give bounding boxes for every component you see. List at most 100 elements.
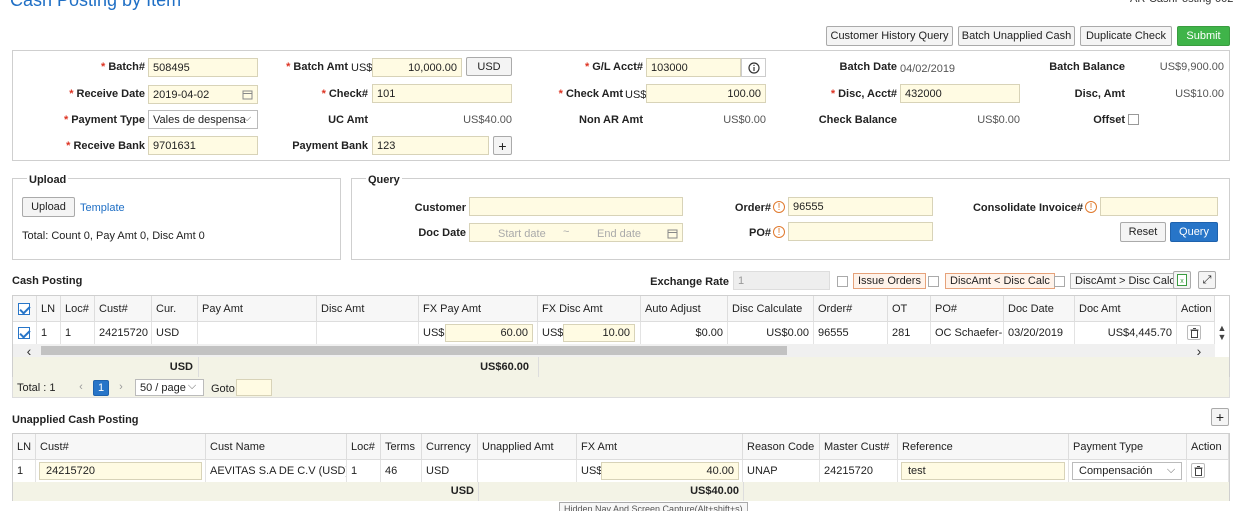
add-unapplied-button[interactable]: +: [1211, 408, 1229, 426]
table-row[interactable]: 1 1 24215720 USD US$ 60.00 US$ 10.00 $0.…: [13, 321, 1215, 344]
unapplied-table: LN Cust# Cust Name Loc# Terms Currency U…: [12, 433, 1230, 501]
cell-fx-pay: US$ 60.00: [419, 322, 538, 344]
col-header: FX Disc Amt: [538, 296, 641, 321]
batch-amt-currency: US$: [351, 62, 373, 74]
cell-po: OC Schaefer-...: [931, 322, 1004, 344]
col-header: Disc Calculate: [728, 296, 814, 321]
template-link[interactable]: Template: [80, 202, 125, 214]
col-header: Action: [1187, 434, 1229, 459]
disc-amt-label: Disc, Amt: [1074, 88, 1125, 100]
cell-cur: USD: [152, 322, 198, 344]
add-payment-bank-button[interactable]: +: [493, 136, 512, 155]
trash-icon[interactable]: [1187, 325, 1201, 340]
disc-lt-checkbox[interactable]: [928, 276, 939, 287]
prev-page-icon[interactable]: ‹: [76, 381, 86, 393]
svg-text:x: x: [1180, 278, 1184, 285]
customer-field[interactable]: [469, 197, 683, 216]
page-1-button[interactable]: 1: [93, 380, 109, 396]
disc-gt-checkbox[interactable]: [1054, 276, 1065, 287]
po-field[interactable]: [788, 222, 933, 241]
vertical-scroll-arrows[interactable]: ▲ ▼: [1216, 322, 1228, 344]
payment-type-label: * Payment Type: [63, 114, 145, 126]
batch-amt-field[interactable]: 10,000.00: [372, 58, 462, 77]
issue-orders-checkbox[interactable]: [837, 276, 848, 287]
fx-pay-amt-field[interactable]: 60.00: [445, 324, 533, 342]
reference-field[interactable]: test: [901, 462, 1065, 480]
col-header: Cur.: [152, 296, 198, 321]
scrollbar-thumb[interactable]: [41, 346, 787, 355]
disc-acct-field[interactable]: 432000: [900, 84, 1020, 103]
trash-icon[interactable]: [1191, 463, 1205, 478]
reset-button[interactable]: Reset: [1120, 222, 1166, 242]
receive-date-value: 2019-04-02: [153, 89, 210, 101]
scroll-right-icon[interactable]: ›: [1193, 343, 1205, 359]
col-header: Pay Amt: [198, 296, 317, 321]
goto-field[interactable]: [236, 379, 272, 396]
customer-history-query-button[interactable]: Customer History Query: [826, 26, 953, 46]
batch-field[interactable]: 508495: [148, 58, 258, 77]
submit-button[interactable]: Submit: [1177, 26, 1230, 46]
col-header: Disc Amt: [317, 296, 419, 321]
cell-cust: 24215720: [36, 460, 206, 482]
cash-posting-title: Cash Posting: [12, 275, 83, 287]
upload-total: Total: Count 0, Pay Amt 0, Disc Amt 0: [22, 230, 205, 242]
col-header: Doc Date: [1004, 296, 1075, 321]
cash-posting-summary-row: USD US$60.00: [13, 357, 1229, 377]
payment-bank-label: Payment Bank: [292, 140, 368, 152]
info-icon[interactable]: [741, 58, 766, 77]
info-icon: !: [1085, 201, 1097, 213]
info-icon: !: [773, 226, 785, 238]
cell-auto-adjust: $0.00: [641, 322, 728, 344]
col-header: FX Amt: [577, 434, 743, 459]
duplicate-check-button[interactable]: Duplicate Check: [1080, 26, 1172, 46]
query-button[interactable]: Query: [1170, 222, 1218, 242]
horizontal-scrollbar[interactable]: ‹ ›: [13, 343, 1215, 359]
check-amt-field[interactable]: 100.00: [646, 84, 766, 103]
upload-button[interactable]: Upload: [22, 197, 75, 217]
unapplied-summary-row: USD US$40.00: [13, 482, 1229, 501]
batch-unapplied-cash-button[interactable]: Batch Unapplied Cash: [958, 26, 1075, 46]
check-balance-label: Check Balance: [818, 114, 897, 126]
calendar-icon[interactable]: [666, 227, 678, 239]
unapplied-payment-type-value: Compensación: [1079, 465, 1153, 477]
chevron-down-icon: ⌵: [187, 379, 197, 392]
offset-checkbox[interactable]: [1128, 114, 1139, 125]
select-all-checkbox[interactable]: [18, 303, 30, 315]
export-excel-button[interactable]: x: [1173, 271, 1191, 289]
gl-acct-label: * G/L Acct#: [584, 61, 643, 73]
start-date-placeholder: Start date: [498, 228, 546, 240]
issue-orders-tag: Issue Orders: [853, 273, 926, 289]
cell-ln: 1: [13, 460, 36, 482]
consolidate-invoice-field[interactable]: [1100, 197, 1218, 216]
order-field[interactable]: 96555: [788, 197, 933, 216]
cell-order: 96555: [814, 322, 888, 344]
offset-label: Offset: [1093, 114, 1125, 126]
col-header: Loc#: [61, 296, 95, 321]
receive-bank-label: * Receive Bank: [66, 140, 145, 152]
unapplied-sum-currency: USD: [450, 485, 474, 497]
unapplied-cust-field[interactable]: 24215720: [39, 462, 202, 480]
scroll-left-icon[interactable]: ‹: [23, 343, 35, 359]
receive-bank-field[interactable]: 9701631: [148, 136, 258, 155]
check-field[interactable]: 101: [372, 84, 512, 103]
fx-disc-amt-field[interactable]: 10.00: [563, 324, 635, 342]
expand-button[interactable]: ⤢: [1198, 271, 1216, 289]
batch-amt-currency-button[interactable]: USD: [466, 57, 512, 76]
next-page-icon[interactable]: ›: [116, 381, 126, 393]
cell-fx-disc: US$ 10.00: [538, 322, 641, 344]
cell-master-cust: 24215720: [820, 460, 898, 482]
upload-title: Upload: [27, 174, 69, 186]
batch-balance-value: US$9,900.00: [1159, 61, 1224, 73]
col-header: Cust Name: [206, 434, 347, 459]
calendar-icon[interactable]: [241, 88, 253, 100]
gl-acct-field[interactable]: 103000: [646, 58, 741, 77]
cell-ot: 281: [888, 322, 931, 344]
col-header: Terms: [381, 434, 422, 459]
cell-disc-calc: US$0.00: [728, 322, 814, 344]
goto-label: Goto: [211, 383, 235, 395]
row-checkbox[interactable]: [18, 327, 30, 339]
table-row[interactable]: 1 24215720 AEVITAS S.A DE C.V (USD) 1 46…: [13, 459, 1229, 482]
unapplied-fx-amt-field[interactable]: 40.00: [601, 462, 739, 480]
payment-bank-field[interactable]: 123: [372, 136, 489, 155]
expand-icon: ⤢: [1202, 273, 1212, 286]
